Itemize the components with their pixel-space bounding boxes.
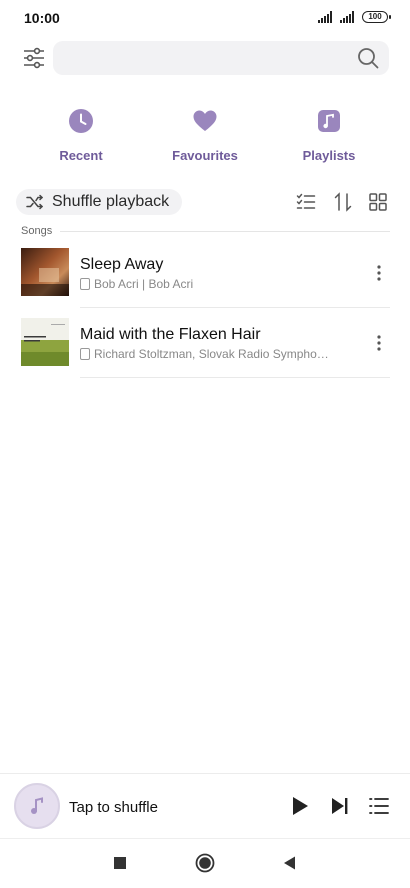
search-input[interactable] bbox=[53, 41, 389, 75]
playlist-icon bbox=[318, 110, 340, 132]
search-icon[interactable] bbox=[357, 47, 379, 69]
shuffle-label: Shuffle playback bbox=[52, 193, 170, 210]
queue-icon[interactable] bbox=[368, 795, 390, 817]
multi-select-icon[interactable] bbox=[296, 192, 316, 212]
system-nav-bar bbox=[0, 838, 410, 888]
filter-icon[interactable] bbox=[22, 46, 46, 70]
device-icon bbox=[80, 348, 90, 360]
song-artist: Bob Acri | Bob Acri bbox=[94, 277, 194, 291]
row-divider bbox=[80, 377, 390, 378]
section-label: Songs bbox=[21, 225, 53, 237]
sort-icon[interactable] bbox=[333, 192, 353, 212]
row-divider bbox=[80, 307, 390, 308]
top-bar bbox=[0, 40, 410, 76]
status-time: 10:00 bbox=[24, 10, 60, 26]
album-art bbox=[21, 318, 69, 366]
battery-icon: 100 bbox=[362, 11, 391, 23]
mini-player-label: Tap to shuffle bbox=[69, 799, 158, 816]
status-icons: 100 bbox=[318, 11, 391, 23]
grid-view-icon[interactable] bbox=[368, 192, 388, 212]
clock-icon bbox=[69, 109, 93, 133]
recents-square-icon[interactable] bbox=[110, 853, 130, 873]
music-note-icon bbox=[31, 797, 43, 814]
list-item[interactable]: Maid with the Flaxen Hair Richard Stoltz… bbox=[0, 310, 410, 380]
song-title: Maid with the Flaxen Hair bbox=[80, 326, 261, 343]
more-options-icon[interactable] bbox=[376, 264, 382, 282]
device-icon bbox=[80, 278, 90, 290]
playlists-button[interactable]: Playlists bbox=[279, 108, 379, 163]
album-art bbox=[21, 248, 69, 296]
back-triangle-icon[interactable] bbox=[280, 853, 300, 873]
shuffle-playback-button[interactable]: Shuffle playback bbox=[16, 189, 182, 215]
mini-player-art bbox=[14, 783, 60, 829]
shuffle-icon bbox=[26, 194, 44, 210]
play-icon[interactable] bbox=[289, 795, 311, 817]
signal-icon bbox=[340, 11, 354, 23]
section-divider bbox=[60, 231, 390, 232]
recent-label: Recent bbox=[59, 148, 103, 163]
song-title: Sleep Away bbox=[80, 256, 164, 273]
song-subtitle: Richard Stoltzman, Slovak Radio Sympho… bbox=[80, 347, 342, 361]
song-subtitle: Bob Acri | Bob Acri bbox=[80, 277, 342, 291]
list-toolbar: Shuffle playback bbox=[0, 189, 410, 217]
next-track-icon[interactable] bbox=[329, 795, 351, 817]
list-item[interactable]: Sleep Away Bob Acri | Bob Acri bbox=[0, 240, 410, 310]
favourites-label: Favourites bbox=[172, 148, 238, 163]
mini-player[interactable]: Tap to shuffle bbox=[0, 773, 410, 837]
recent-button[interactable]: Recent bbox=[31, 108, 131, 163]
favourites-button[interactable]: Favourites bbox=[155, 108, 255, 163]
category-shortcuts: Recent Favourites Playlists bbox=[0, 108, 410, 163]
signal-icon bbox=[318, 11, 332, 23]
more-options-icon[interactable] bbox=[376, 334, 382, 352]
status-bar: 10:00 100 bbox=[0, 0, 410, 36]
heart-icon bbox=[193, 110, 217, 131]
playlists-label: Playlists bbox=[302, 148, 356, 163]
song-artist: Richard Stoltzman, Slovak Radio Sympho… bbox=[94, 347, 329, 361]
home-circle-icon[interactable] bbox=[195, 853, 215, 873]
